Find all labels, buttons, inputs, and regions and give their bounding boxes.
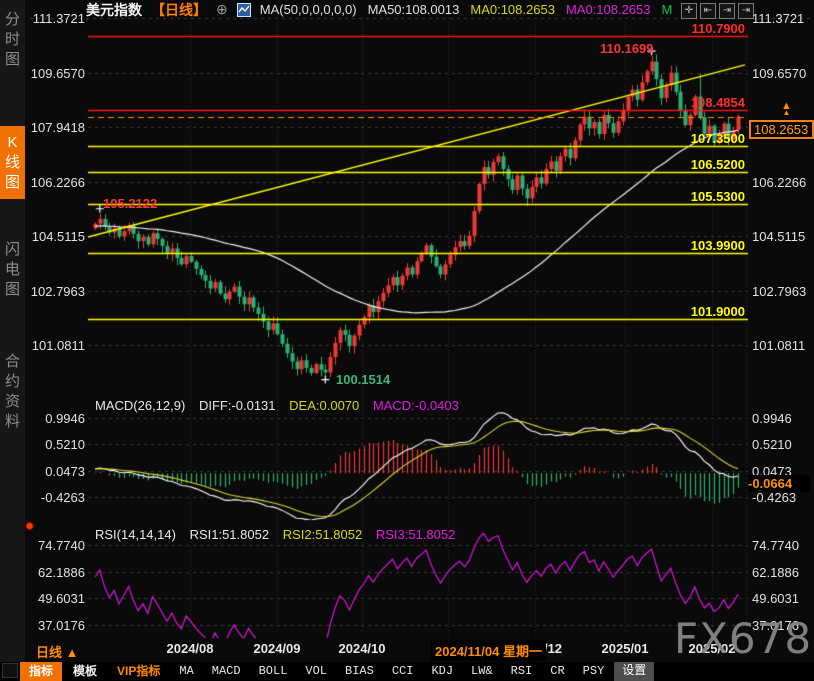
add-indicator-button[interactable]: ⊕ <box>216 1 228 18</box>
price-up-arrow-icon: ▲▲ <box>781 101 792 118</box>
axis-label: 111.3721 <box>24 11 85 26</box>
current-price-badge: 108.2653 <box>749 120 814 139</box>
axis-label: 101.0811 <box>24 338 85 353</box>
trading-app: 分时图 K线图闪电图合约资料 美元指数 【日线】 ⊕ MA(50,0,0,0,0,… <box>0 0 814 681</box>
header-segment-1: MA50:108.0013 <box>368 2 460 17</box>
axis-label: 37.0176 <box>24 618 85 633</box>
bottom-toolbar: 指标模板VIP指标MAMACDBOLLVOLBIASCCIKDJLW&RSICR… <box>0 662 814 681</box>
rsi2-value: RSI2:51.8052 <box>283 527 363 542</box>
date-tooltip: 2024/11/04 星期一 <box>431 640 546 661</box>
footer-tab-BOLL[interactable]: BOLL <box>251 662 296 681</box>
footer-tab-LW&[interactable]: LW& <box>463 662 501 681</box>
footer-tab-MACD[interactable]: MACD <box>204 662 249 681</box>
axis-label: 102.7963 <box>24 284 85 299</box>
macd-diff-value: DIFF:-0.0131 <box>199 398 276 413</box>
macd-header: MACD(26,12,9) DIFF:-0.0131 DEA:0.0070 MA… <box>95 398 469 413</box>
price-annotation: 100.1514 <box>336 372 390 387</box>
footer-tab-BIAS[interactable]: BIAS <box>337 662 382 681</box>
axis-label: 49.6031 <box>752 591 799 606</box>
footer-tab-CCI[interactable]: CCI <box>384 662 422 681</box>
toolbar-corner-button[interactable] <box>2 663 18 678</box>
price-line-label: 101.9000 <box>686 304 745 319</box>
footer-tab-KDJ[interactable]: KDJ <box>423 662 461 681</box>
axis-label: 104.5115 <box>24 229 85 244</box>
xaxis-label: 2024/08 <box>167 641 214 656</box>
xaxis-label: 2024/09 <box>254 641 301 656</box>
chart-header: 美元指数 【日线】 ⊕ MA(50,0,0,0,0,0) MA50:108.001… <box>86 1 672 18</box>
axis-label: 101.0811 <box>752 338 805 353</box>
macd-name: MACD(26,12,9) <box>95 398 185 413</box>
header-segment-0: MA(50,0,0,0,0,0) <box>260 2 357 17</box>
footer-tab-设置[interactable]: 设置 <box>614 662 654 681</box>
axis-label: 0.0473 <box>24 464 85 479</box>
rsi1-value: RSI1:51.8052 <box>190 527 270 542</box>
price-annotation: 105.2122 <box>103 196 157 211</box>
page-title: 美元指数 <box>86 0 142 20</box>
axis-label: 102.7963 <box>752 284 806 299</box>
axis-label: 107.9418 <box>24 120 85 135</box>
sidebar-item-1[interactable]: K线图 <box>0 126 25 199</box>
rsi-name: RSI(14,14,14) <box>95 527 176 542</box>
period-dropdown[interactable]: 日线 ▲ <box>36 642 79 661</box>
header-segment-2: MA0:108.2653 <box>470 2 555 17</box>
xaxis-label: 2025/01 <box>602 641 649 656</box>
period-tag: 【日线】 <box>151 0 207 20</box>
price-line-label: 103.9900 <box>686 238 745 253</box>
price-line-label: 110.7900 <box>686 21 745 36</box>
footer-tab-PSY[interactable]: PSY <box>575 662 613 681</box>
price-annotation: 110.1699 <box>600 41 654 56</box>
pan-icon[interactable]: ✛ <box>681 3 697 19</box>
footer-tab-CR[interactable]: CR <box>542 662 572 681</box>
price-line-label: 106.5200 <box>686 157 745 172</box>
macd-macd-value: MACD:-0.0403 <box>373 398 459 413</box>
axis-label: 62.1886 <box>24 565 85 580</box>
rsi3-value: RSI3:51.8052 <box>376 527 456 542</box>
axis-label: 0.5210 <box>24 437 85 452</box>
chart-toolbar-buttons: ✛⇤⇥⇥ <box>681 3 754 19</box>
xaxis-label: 2024/10 <box>339 641 386 656</box>
price-line-label: 105.5300 <box>686 189 745 204</box>
sidebar-item-2[interactable]: 闪电图 <box>0 238 25 301</box>
axis-label: -0.4263 <box>752 490 796 505</box>
axis-label: 109.6570 <box>24 66 85 81</box>
axis-label: 104.5115 <box>752 229 805 244</box>
footer-tab-模板[interactable]: 模板 <box>64 662 106 681</box>
axis-label: 0.9946 <box>752 411 792 426</box>
price-line-label: 107.3500 <box>686 131 745 146</box>
header-segment-3: MA0:108.2653 <box>566 2 651 17</box>
axis-label: -0.4263 <box>24 490 85 505</box>
header-segment-4: M <box>662 2 673 17</box>
axis-label: 111.3721 <box>752 11 804 26</box>
macd-value-badge: -0.0664 <box>748 475 810 492</box>
compress-left-icon[interactable]: ⇤ <box>700 3 716 19</box>
axis-label: 106.2266 <box>24 175 85 190</box>
sidebar-item-0[interactable]: 分时图 <box>0 8 25 71</box>
axis-label: 106.2266 <box>752 175 806 190</box>
axis-label: 74.7740 <box>24 538 85 553</box>
axis-label: 74.7740 <box>752 538 799 553</box>
chart-thumbnail-icon <box>237 3 251 17</box>
footer-tab-指标[interactable]: 指标 <box>20 662 62 681</box>
compress-right-icon[interactable]: ⇥ <box>719 3 735 19</box>
footer-tab-RSI[interactable]: RSI <box>503 662 541 681</box>
live-indicator-icon: ✹ <box>25 520 34 533</box>
sidebar-item-3[interactable]: 合约资料 <box>0 350 25 433</box>
footer-tab-VOL[interactable]: VOL <box>297 662 335 681</box>
macd-dea-value: DEA:0.0070 <box>289 398 359 413</box>
sidebar: 分时图 K线图闪电图合约资料 <box>0 0 25 662</box>
price-line-label: 108.4854 <box>686 95 745 110</box>
axis-label: 49.6031 <box>24 591 85 606</box>
watermark: FX678 <box>674 614 812 663</box>
axis-label: 109.6570 <box>752 66 806 81</box>
footer-tab-VIP指标[interactable]: VIP指标 <box>108 662 169 681</box>
axis-label: 62.1886 <box>752 565 799 580</box>
footer-tab-MA[interactable]: MA <box>171 662 201 681</box>
axis-label: 0.9946 <box>24 411 85 426</box>
xaxis-label: /12 <box>544 641 562 656</box>
rsi-header: RSI(14,14,14) RSI1:51.8052 RSI2:51.8052 … <box>95 527 465 542</box>
axis-label: 0.5210 <box>752 437 792 452</box>
indicator-values: MA(50,0,0,0,0,0) MA50:108.0013 MA0:108.265… <box>260 2 673 17</box>
